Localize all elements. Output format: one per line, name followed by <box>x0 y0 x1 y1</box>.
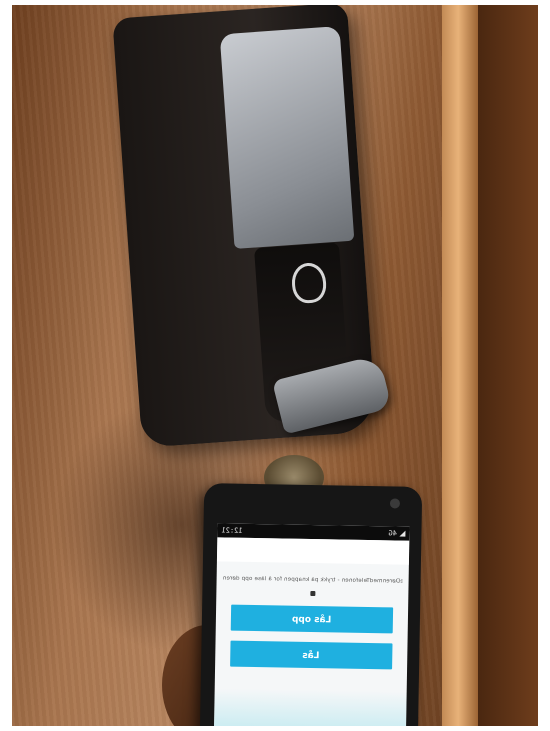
signal-icon <box>399 530 406 537</box>
status-time: 12:21 <box>221 526 243 535</box>
unlock-button-label: Lås opp <box>292 614 332 626</box>
smartphone: 12:21 4G ÅpneDørenmedTelefonen - trykk p… <box>199 483 423 726</box>
door-frame <box>442 5 478 726</box>
smart-lock-panel <box>219 26 355 249</box>
photo: 12:21 4G ÅpneDørenmedTelefonen - trykk p… <box>12 5 538 726</box>
lock-status-icon <box>309 590 315 597</box>
app-bar <box>216 537 410 565</box>
screen-glare <box>213 688 407 726</box>
instruction-label: ÅpneDørenmedTelefonen - trykk på knappen… <box>222 575 403 585</box>
unlock-button[interactable]: Lås opp <box>230 604 394 634</box>
camera-icon <box>389 498 401 509</box>
phone-screen: 12:21 4G ÅpneDørenmedTelefonen - trykk p… <box>213 523 410 726</box>
door-frame-shadow <box>478 5 538 726</box>
instruction-text: ÅpneDørenmedTelefonen - trykk på knappen… <box>223 575 403 584</box>
lock-button[interactable]: Lås <box>230 640 393 670</box>
lock-button-label: Lås <box>302 650 320 662</box>
status-network: 4G <box>387 529 397 538</box>
